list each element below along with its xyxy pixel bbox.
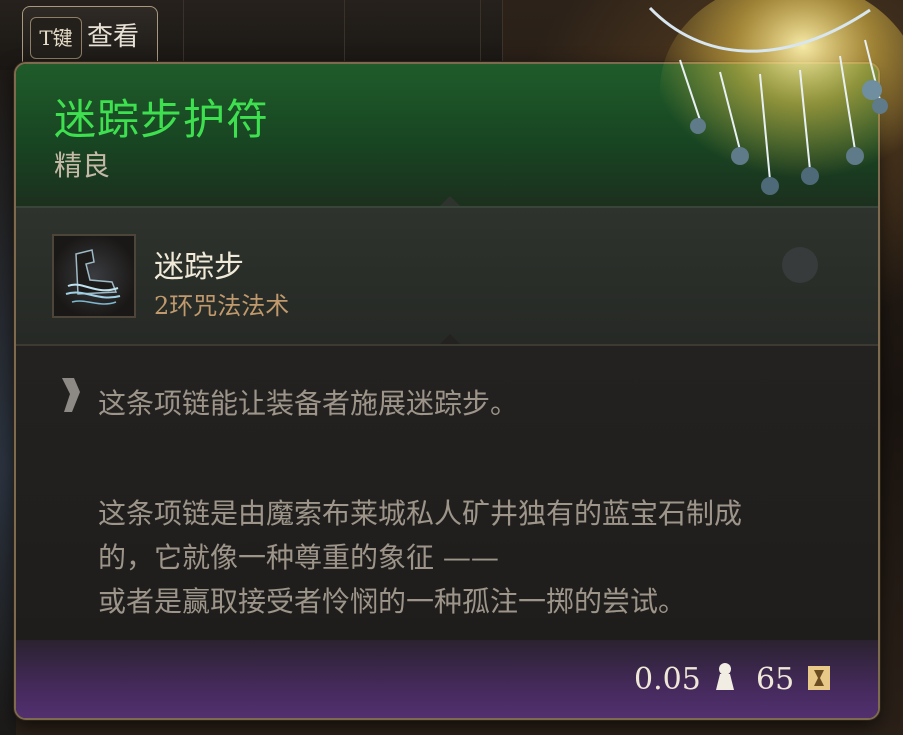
gold-coin-icon bbox=[808, 666, 830, 690]
item-price: 65 bbox=[756, 662, 795, 697]
granted-spell-row[interactable]: 迷踪步 2环咒法法术 bbox=[16, 208, 878, 344]
weight-icon bbox=[716, 663, 734, 690]
lore-text-line: 或者是赢取接受者怜悯的一种孤注一掷的尝试。 bbox=[98, 585, 687, 618]
lore-text-line: 这条项链是由魔索布莱城私人矿井独有的蓝宝石制成 bbox=[98, 497, 743, 530]
item-description: 这条项链能让装备者施展迷踪步。 这条项链是由魔索布莱城私人矿井独有的蓝宝石制成 … bbox=[16, 346, 878, 640]
panel-divider bbox=[183, 0, 184, 70]
misty-step-icon bbox=[52, 234, 136, 318]
tooltip-footer: 0.05 65 bbox=[16, 640, 878, 718]
divider-notch bbox=[440, 334, 460, 344]
item-weight: 0.05 bbox=[634, 662, 701, 697]
item-rarity: 精良 bbox=[54, 149, 111, 182]
keybind-t-badge: T键 bbox=[30, 17, 82, 59]
inspect-label: 查看 bbox=[87, 22, 140, 52]
bullet-icon bbox=[62, 378, 80, 412]
tooltip-header: 迷踪步护符 精良 bbox=[16, 64, 878, 208]
effect-text: 这条项链能让装备者施展迷踪步。 bbox=[98, 387, 519, 420]
spell-level: 2环咒法法术 bbox=[154, 292, 290, 320]
item-name: 迷踪步护符 bbox=[54, 95, 270, 144]
inspect-key-hint[interactable]: T键 查看 bbox=[22, 6, 158, 64]
panel-divider bbox=[344, 0, 345, 70]
panel-divider bbox=[480, 0, 481, 70]
lore-text-line: 的，它就像一种尊重的象征 —— bbox=[98, 541, 499, 574]
item-tooltip: 迷踪步护符 精良 迷踪步 2环咒法法术 这条项链能让装备者施展迷踪步。 这条项链… bbox=[14, 62, 880, 720]
divider-notch bbox=[440, 196, 460, 206]
spell-name: 迷踪步 bbox=[154, 250, 244, 285]
